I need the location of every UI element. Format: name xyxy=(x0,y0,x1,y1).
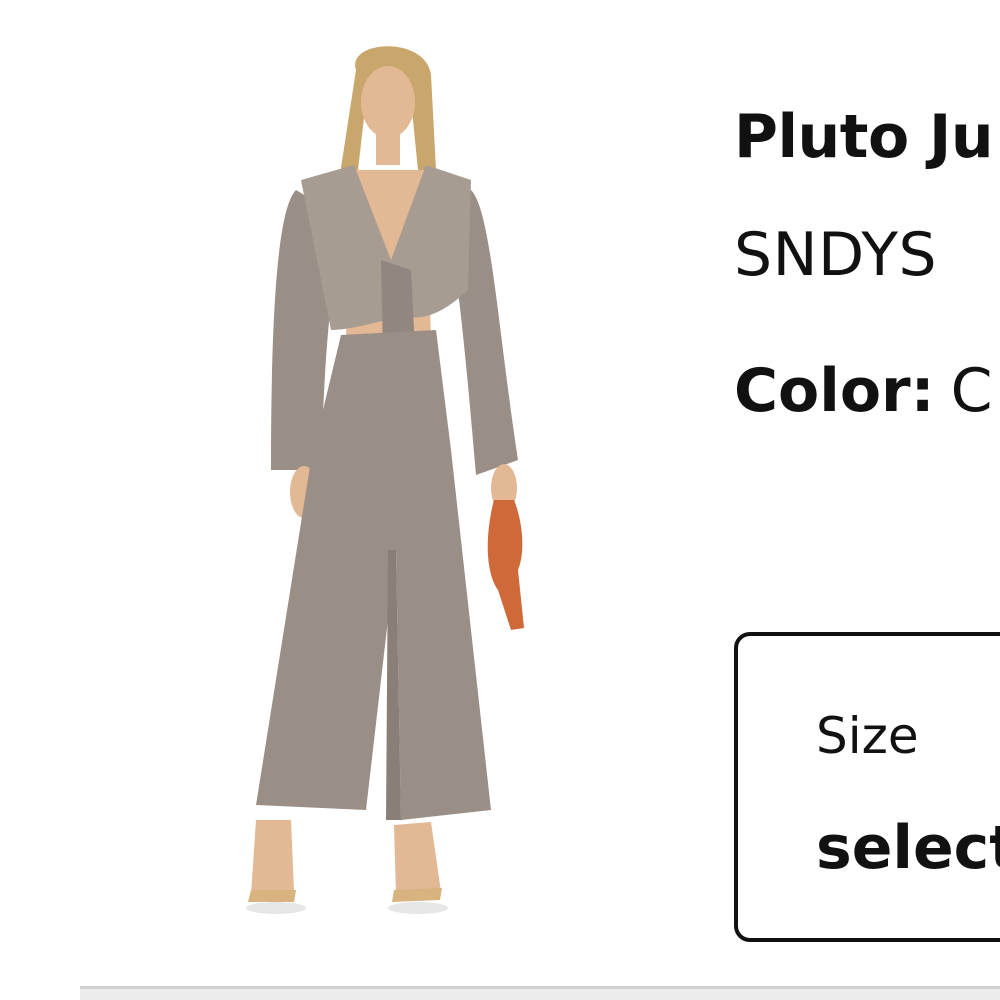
color-label: Color: xyxy=(734,356,935,426)
model-illustration xyxy=(246,46,524,914)
size-select-value: select xyxy=(816,813,1000,883)
size-selector[interactable]: Size select xyxy=(734,632,1000,942)
size-label: Size xyxy=(816,707,919,765)
product-title: Pluto Ju xyxy=(734,102,994,172)
color-row: Color: C xyxy=(734,354,993,428)
bottom-bar xyxy=(80,986,1000,1000)
product-image[interactable] xyxy=(236,30,536,915)
brand-name[interactable]: SNDYS xyxy=(734,218,937,292)
color-value: C xyxy=(950,356,993,426)
product-page: Pluto Ju SNDYS Color: C Size select xyxy=(0,0,1000,1000)
